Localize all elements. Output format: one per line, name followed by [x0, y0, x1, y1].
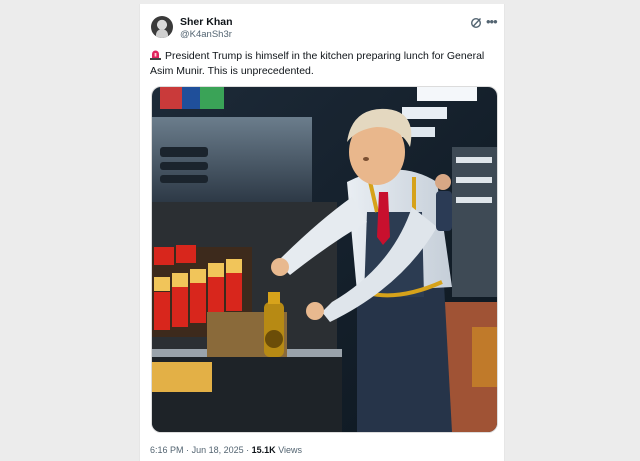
tweet-body: President Trump is himself in the kitche…	[150, 50, 485, 77]
grok-icon[interactable]	[470, 17, 482, 29]
tweet-photo[interactable]	[151, 86, 498, 433]
views-label: Views	[278, 445, 303, 455]
author-name[interactable]: Sher Khan	[180, 16, 233, 28]
meta-separator: ·	[186, 445, 190, 455]
more-options-icon[interactable]: •••	[486, 14, 498, 29]
tweet-meta: 6:16 PM · Jun 18, 2025 · 15.1K Views	[150, 445, 302, 455]
views-count: 15.1K	[251, 445, 276, 455]
tweet-time[interactable]: 6:16 PM	[150, 445, 184, 455]
kitchen-scene-image	[152, 87, 497, 432]
tweet-card: Sher Khan @K4anSh3r ••• President Trump …	[139, 4, 505, 461]
siren-icon	[150, 50, 161, 60]
avatar[interactable]	[151, 16, 173, 38]
meta-separator-2: ·	[246, 445, 250, 455]
tweet-text: President Trump is himself in the kitche…	[150, 49, 495, 79]
tweet-date[interactable]: Jun 18, 2025	[192, 445, 244, 455]
author-handle[interactable]: @K4anSh3r	[180, 29, 232, 40]
